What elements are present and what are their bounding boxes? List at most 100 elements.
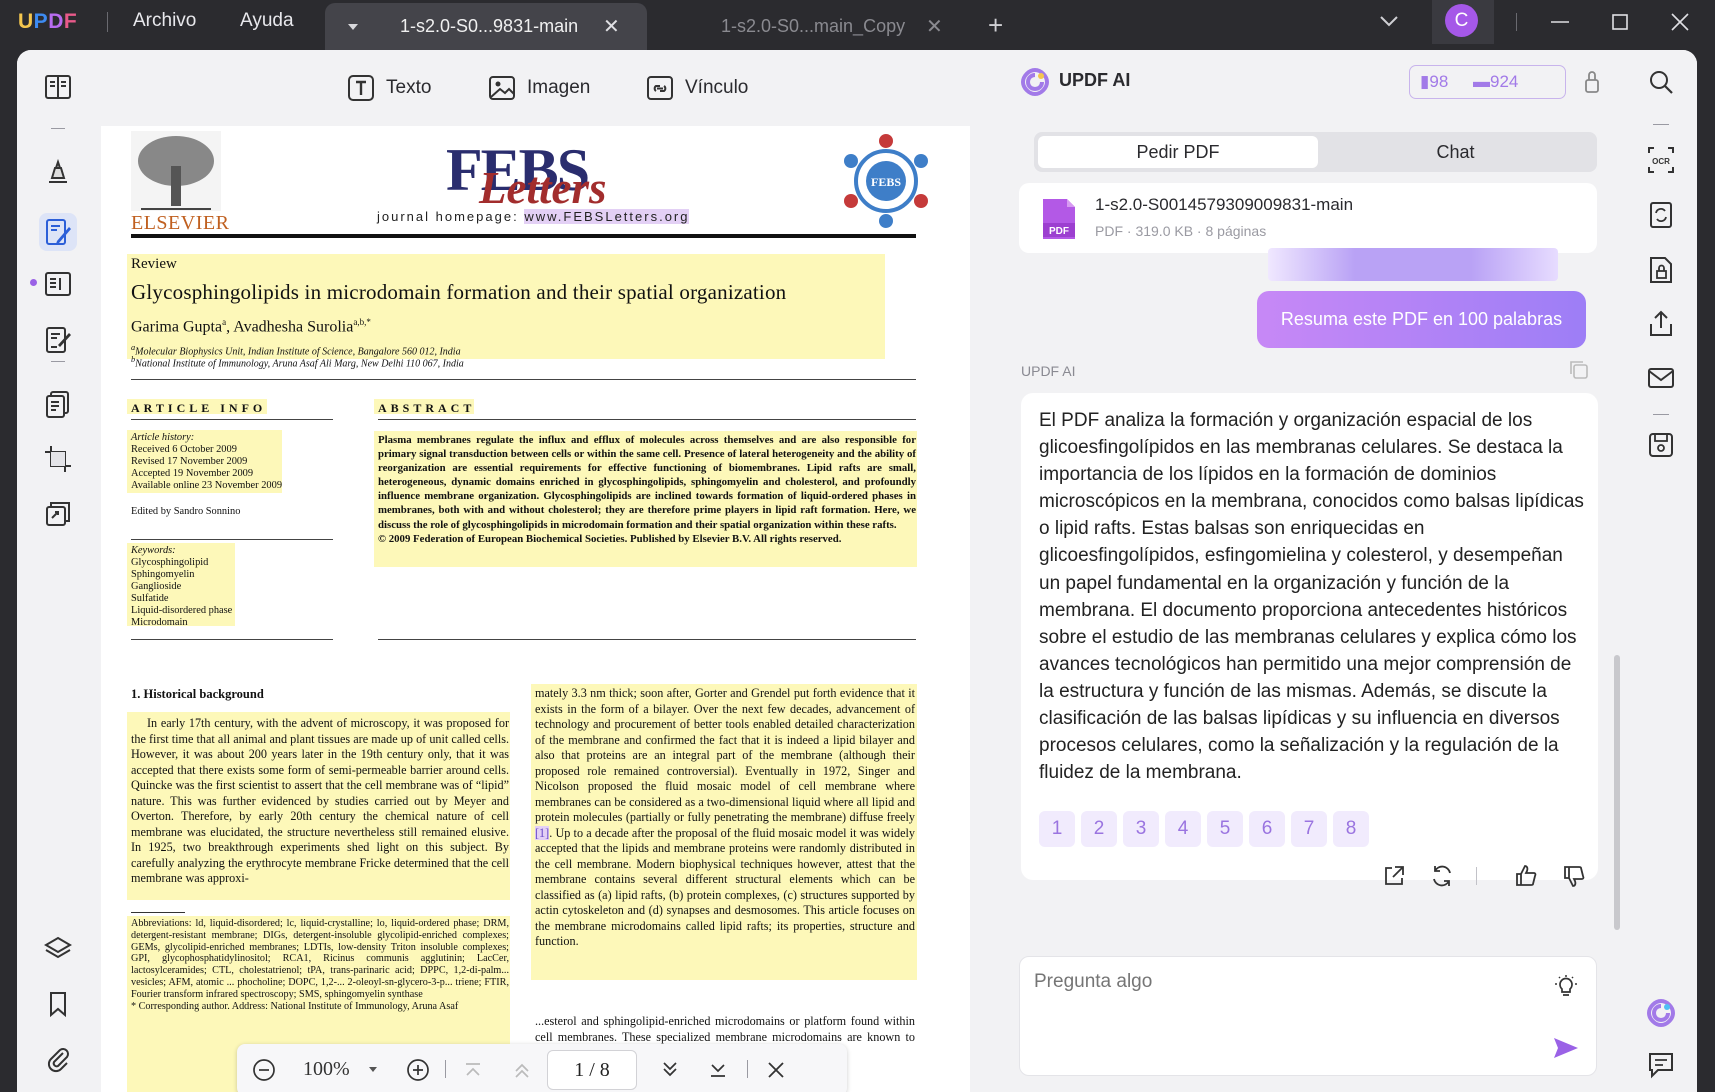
edited-by: Edited by Sandro Sonnino (131, 506, 241, 517)
search-icon[interactable] (1646, 67, 1676, 97)
convert-icon[interactable] (1646, 200, 1676, 230)
affiliation-b: bNational Institute of Immunology, Aruna… (131, 355, 464, 370)
batch-button[interactable] (39, 495, 77, 533)
bookmarks-button[interactable] (39, 985, 77, 1023)
menu-ayuda[interactable]: Ayuda (240, 10, 294, 32)
new-tab-icon[interactable]: + (988, 10, 1003, 41)
edit-document-icon (46, 219, 71, 245)
ask-input-box[interactable] (1019, 956, 1597, 1076)
maximize-icon[interactable] (1608, 10, 1632, 34)
page-ref-1[interactable]: 1 (1039, 811, 1075, 847)
ocr-icon[interactable]: OCR (1646, 145, 1676, 175)
lock-icon[interactable] (1580, 68, 1604, 96)
page-ref-4[interactable]: 4 (1165, 811, 1201, 847)
tab-chat[interactable]: Chat (1318, 136, 1593, 168)
ai-panel-title: UPDF AI (1059, 70, 1131, 90)
text-tool-icon (348, 75, 374, 101)
rail-divider (51, 128, 65, 129)
updf-ai-toggle-icon[interactable] (1646, 998, 1676, 1028)
page-number-field[interactable]: 1 / 8 (547, 1050, 637, 1090)
rail-divider (1653, 414, 1669, 415)
thumbs-up-icon[interactable] (1513, 863, 1539, 889)
zoom-dropdown-icon[interactable] (368, 1066, 378, 1074)
tab-close-icon[interactable]: ✕ (926, 14, 943, 39)
tabs-overflow-chevron-icon[interactable] (1376, 8, 1402, 34)
previous-page-icon[interactable] (509, 1057, 535, 1083)
export-icon[interactable] (1381, 863, 1407, 889)
last-page-icon[interactable] (705, 1057, 731, 1083)
page-ref-3[interactable]: 3 (1123, 811, 1159, 847)
letters-wordmark: Letters (479, 163, 607, 213)
pdf-file-icon: PDF (1043, 199, 1075, 239)
body-column-left: In early 17th century, with the advent o… (131, 716, 509, 885)
keyword-item: Sulfatide (131, 593, 169, 604)
zoom-out-icon[interactable] (251, 1057, 277, 1083)
page-ref-6[interactable]: 6 (1249, 811, 1285, 847)
ask-input[interactable] (1034, 971, 1494, 993)
form-edit-icon (46, 327, 71, 353)
regenerate-icon[interactable] (1429, 863, 1455, 889)
chat-scrollbar[interactable] (1614, 655, 1620, 930)
header-rule (131, 234, 916, 238)
tab-close-icon[interactable]: ✕ (603, 14, 620, 39)
lightbulb-icon[interactable] (1553, 973, 1579, 999)
next-page-icon[interactable] (657, 1057, 683, 1083)
pdf-page[interactable]: ELSEVIER FEBS Letters journal homepage: … (101, 126, 970, 1092)
tab-document-main[interactable]: 1-s2.0-S0...9831-main ✕ (325, 3, 647, 50)
ai-assistant-panel: UPDF AI ▮98 ▬924 Pedir PDF Chat PDF 1-s2… (986, 50, 1629, 1092)
right-tool-rail: OCR (1629, 50, 1697, 1092)
page-ref-2[interactable]: 2 (1081, 811, 1117, 847)
article-type: Review (131, 256, 177, 272)
send-icon[interactable] (1552, 1035, 1580, 1061)
page-reference-list: 1 2 3 4 5 6 7 8 (1039, 811, 1369, 847)
save-icon[interactable] (1646, 430, 1676, 460)
ai-credits-badge[interactable]: ▮98 ▬924 (1409, 65, 1566, 99)
reader-mode-button[interactable] (39, 68, 77, 106)
first-page-icon[interactable] (460, 1057, 486, 1083)
thumbs-down-icon[interactable] (1561, 863, 1587, 889)
layers-button[interactable] (39, 930, 77, 968)
page-tools-button[interactable] (39, 385, 77, 423)
organize-button[interactable] (39, 265, 77, 303)
citation-link[interactable]: [1] (535, 825, 550, 840)
protect-icon[interactable] (1646, 255, 1676, 285)
tab-dropdown-icon[interactable] (347, 22, 359, 32)
menu-archivo[interactable]: Archivo (133, 10, 196, 32)
add-text-button[interactable]: Texto (346, 73, 431, 103)
minimize-icon[interactable] (1548, 10, 1572, 34)
crop-button[interactable] (39, 440, 77, 478)
journal-homepage-link[interactable]: www.FEBSLetters.org (524, 209, 690, 224)
fill-sign-button[interactable] (39, 321, 77, 359)
comment-button[interactable] (39, 154, 77, 192)
page-ref-8[interactable]: 8 (1333, 811, 1369, 847)
window-close-icon[interactable] (1668, 10, 1692, 34)
keywords-rule (131, 539, 333, 540)
svg-text:FEBS: FEBS (871, 175, 901, 189)
add-image-button[interactable]: Imagen (487, 73, 590, 103)
email-icon[interactable] (1646, 363, 1676, 393)
add-link-button[interactable]: Vínculo (645, 73, 748, 103)
article-info-heading: ARTICLE INFO (131, 401, 267, 415)
link-tool-icon (647, 76, 673, 100)
add-image-label: Imagen (527, 77, 591, 98)
document-viewport[interactable]: ELSEVIER FEBS Letters journal homepage: … (101, 126, 986, 1092)
page-ref-5[interactable]: 5 (1207, 811, 1243, 847)
zoom-level[interactable]: 100% (303, 1058, 350, 1081)
close-navbar-icon[interactable] (763, 1057, 789, 1083)
share-icon[interactable] (1646, 309, 1676, 339)
chat-credits: ▬924 (1473, 72, 1519, 91)
user-message-bubble: Resuma este PDF en 100 palabras (1257, 291, 1586, 348)
tab-document-copy[interactable]: 1-s2.0-S0...main_Copy ✕ (648, 3, 950, 50)
attached-file-card[interactable]: PDF 1-s2.0-S0014579309009831-main PDF · … (1019, 183, 1597, 253)
abstract-bottom-rule (378, 639, 916, 640)
nav-divider (445, 1060, 446, 1078)
edit-pdf-button[interactable] (39, 213, 77, 251)
tab-pedir-pdf[interactable]: Pedir PDF (1038, 136, 1318, 168)
page-ref-7[interactable]: 7 (1291, 811, 1327, 847)
user-avatar[interactable]: C (1445, 4, 1478, 37)
copy-icon[interactable] (1568, 359, 1590, 381)
page-layout-icon (45, 272, 71, 296)
comments-panel-icon[interactable] (1646, 1050, 1676, 1080)
attachments-button[interactable] (39, 1040, 77, 1078)
zoom-in-icon[interactable] (405, 1057, 431, 1083)
